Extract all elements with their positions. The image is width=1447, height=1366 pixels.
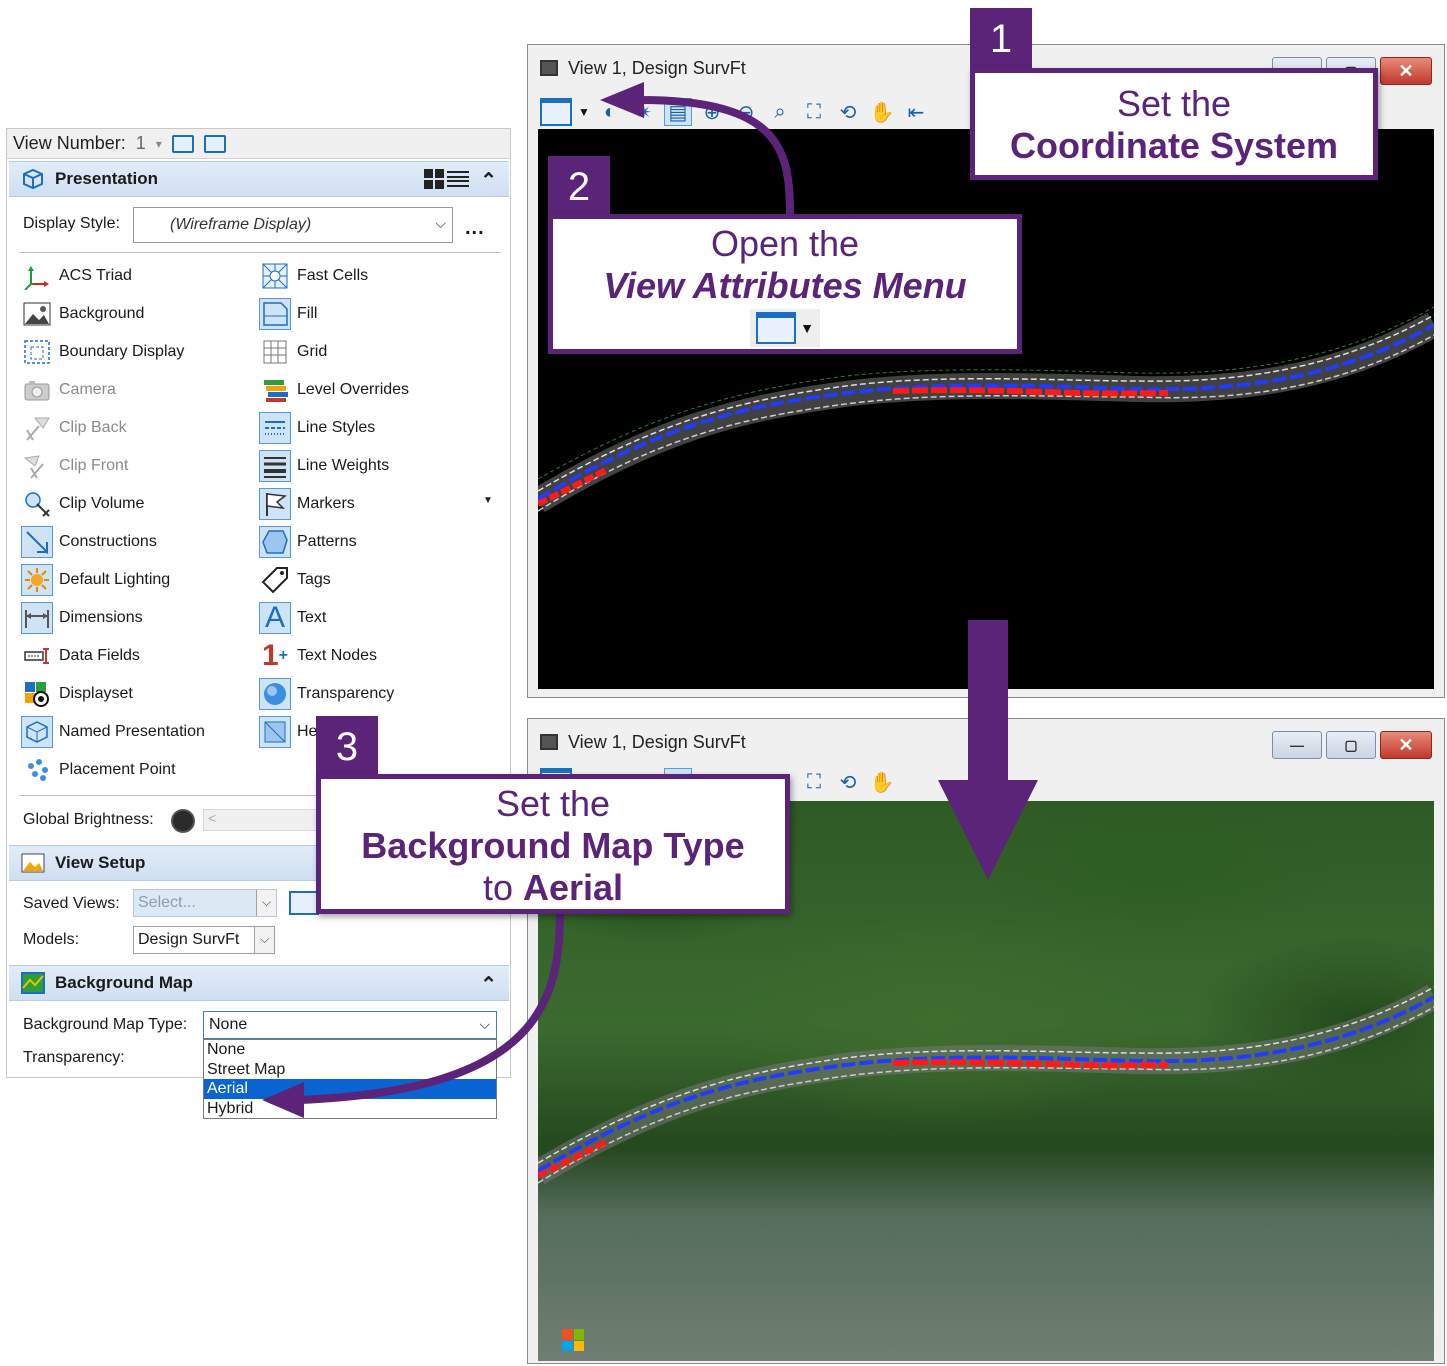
- step-2-badge: 2: [548, 156, 610, 218]
- callout-arrows: [262, 82, 794, 1118]
- step-2-line1: Open the: [710, 223, 860, 264]
- step-3-badge: 3: [316, 716, 378, 778]
- arrow-head-icon: [600, 82, 644, 118]
- step-3-line1: Set the: [495, 783, 611, 824]
- step-3-line2: Background Map Type: [361, 825, 745, 866]
- step-1-badge: 1: [970, 8, 1032, 70]
- arrow-head-icon: [262, 1082, 304, 1118]
- step-2-line2: View Attributes Menu: [603, 265, 967, 306]
- step-3-line3: to Aerial: [321, 867, 785, 909]
- step-3-line3-prefix: to: [482, 867, 523, 908]
- step-2-callout: Open the View Attributes Menu ▼: [548, 214, 1022, 354]
- step-3-callout: Set the Background Map Type to Aerial: [316, 774, 790, 914]
- step-1-callout: Set the Coordinate System: [970, 68, 1378, 180]
- step-3-line3-bold: Aerial: [522, 867, 624, 908]
- step-1-line2: Coordinate System: [1009, 125, 1339, 166]
- view-attributes-icon: ▼: [750, 309, 820, 347]
- step-1-line1: Set the: [1116, 83, 1232, 124]
